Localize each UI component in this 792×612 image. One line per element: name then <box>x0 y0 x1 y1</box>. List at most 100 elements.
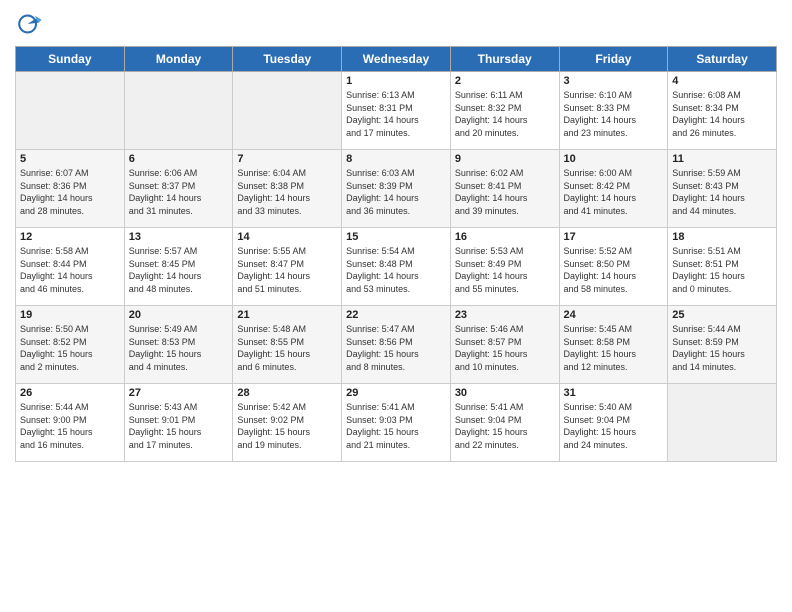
calendar-table: SundayMondayTuesdayWednesdayThursdayFrid… <box>15 46 777 462</box>
logo-icon <box>15 10 43 38</box>
day-info: Sunrise: 5:44 AM Sunset: 9:00 PM Dayligh… <box>20 401 120 451</box>
calendar-cell <box>668 384 777 462</box>
calendar-cell: 21 Sunrise: 5:48 AM Sunset: 8:55 PM Dayli… <box>233 306 342 384</box>
day-number: 21 <box>237 309 337 321</box>
day-number: 22 <box>346 309 446 321</box>
calendar-cell: 29 Sunrise: 5:41 AM Sunset: 9:03 PM Dayli… <box>342 384 451 462</box>
calendar-cell <box>233 72 342 150</box>
calendar-header-row: SundayMondayTuesdayWednesdayThursdayFrid… <box>16 47 777 72</box>
calendar-cell: 4Sunrise: 6:08 AM Sunset: 8:34 PM Daylig… <box>668 72 777 150</box>
day-number: 10 <box>564 153 664 165</box>
day-number: 2 <box>455 75 555 87</box>
calendar-cell: 23 Sunrise: 5:46 AM Sunset: 8:57 PM Dayli… <box>450 306 559 384</box>
day-number: 20 <box>129 309 229 321</box>
day-info: Sunrise: 6:07 AM Sunset: 8:36 PM Dayligh… <box>20 167 120 217</box>
calendar-week-0: 1 Sunrise: 6:13 AM Sunset: 8:31 PM Daylig… <box>16 72 777 150</box>
calendar-cell: 31 Sunrise: 5:40 AM Sunset: 9:04 PM Dayli… <box>559 384 668 462</box>
calendar-week-1: 5 Sunrise: 6:07 AM Sunset: 8:36 PM Daylig… <box>16 150 777 228</box>
calendar-cell: 26Sunrise: 5:44 AM Sunset: 9:00 PM Dayli… <box>16 384 125 462</box>
calendar-cell: 14Sunrise: 5:55 AM Sunset: 8:47 PM Dayli… <box>233 228 342 306</box>
day-number: 30 <box>455 387 555 399</box>
day-number: 1 <box>346 75 446 87</box>
calendar-week-3: 19 Sunrise: 5:50 AM Sunset: 8:52 PM Dayli… <box>16 306 777 384</box>
column-header-tuesday: Tuesday <box>233 47 342 72</box>
calendar-cell: 20 Sunrise: 5:49 AM Sunset: 8:53 PM Dayli… <box>124 306 233 384</box>
calendar-cell: 15Sunrise: 5:54 AM Sunset: 8:48 PM Dayli… <box>342 228 451 306</box>
calendar-cell: 3 Sunrise: 6:10 AM Sunset: 8:33 PM Daylig… <box>559 72 668 150</box>
day-info: Sunrise: 5:40 AM Sunset: 9:04 PM Dayligh… <box>564 401 664 451</box>
day-number: 4 <box>672 75 772 87</box>
day-number: 19 <box>20 309 120 321</box>
calendar-week-2: 12 Sunrise: 5:58 AM Sunset: 8:44 PM Dayli… <box>16 228 777 306</box>
day-number: 6 <box>129 153 229 165</box>
day-info: Sunrise: 5:52 AM Sunset: 8:50 PM Dayligh… <box>564 245 664 295</box>
day-number: 7 <box>237 153 337 165</box>
day-number: 23 <box>455 309 555 321</box>
day-number: 11 <box>672 153 772 165</box>
day-number: 27 <box>129 387 229 399</box>
calendar-cell: 13 Sunrise: 5:57 AM Sunset: 8:45 PM Dayli… <box>124 228 233 306</box>
column-header-sunday: Sunday <box>16 47 125 72</box>
day-info: Sunrise: 5:49 AM Sunset: 8:53 PM Dayligh… <box>129 323 229 373</box>
column-header-friday: Friday <box>559 47 668 72</box>
day-number: 29 <box>346 387 446 399</box>
day-number: 14 <box>237 231 337 243</box>
day-number: 13 <box>129 231 229 243</box>
calendar-cell: 22 Sunrise: 5:47 AM Sunset: 8:56 PM Dayli… <box>342 306 451 384</box>
day-info: Sunrise: 6:06 AM Sunset: 8:37 PM Dayligh… <box>129 167 229 217</box>
day-number: 31 <box>564 387 664 399</box>
column-header-wednesday: Wednesday <box>342 47 451 72</box>
calendar-week-4: 26Sunrise: 5:44 AM Sunset: 9:00 PM Dayli… <box>16 384 777 462</box>
calendar-cell: 1 Sunrise: 6:13 AM Sunset: 8:31 PM Daylig… <box>342 72 451 150</box>
day-info: Sunrise: 5:47 AM Sunset: 8:56 PM Dayligh… <box>346 323 446 373</box>
day-info: Sunrise: 5:53 AM Sunset: 8:49 PM Dayligh… <box>455 245 555 295</box>
day-number: 18 <box>672 231 772 243</box>
day-info: Sunrise: 5:50 AM Sunset: 8:52 PM Dayligh… <box>20 323 120 373</box>
day-info: Sunrise: 6:13 AM Sunset: 8:31 PM Dayligh… <box>346 89 446 139</box>
calendar-cell: 2 Sunrise: 6:11 AM Sunset: 8:32 PM Daylig… <box>450 72 559 150</box>
column-header-saturday: Saturday <box>668 47 777 72</box>
day-info: Sunrise: 5:41 AM Sunset: 9:03 PM Dayligh… <box>346 401 446 451</box>
day-info: Sunrise: 5:51 AM Sunset: 8:51 PM Dayligh… <box>672 245 772 295</box>
day-info: Sunrise: 5:48 AM Sunset: 8:55 PM Dayligh… <box>237 323 337 373</box>
day-info: Sunrise: 5:43 AM Sunset: 9:01 PM Dayligh… <box>129 401 229 451</box>
day-number: 17 <box>564 231 664 243</box>
calendar-cell: 24 Sunrise: 5:45 AM Sunset: 8:58 PM Dayli… <box>559 306 668 384</box>
day-info: Sunrise: 6:02 AM Sunset: 8:41 PM Dayligh… <box>455 167 555 217</box>
day-number: 9 <box>455 153 555 165</box>
day-info: Sunrise: 5:58 AM Sunset: 8:44 PM Dayligh… <box>20 245 120 295</box>
calendar-cell: 9 Sunrise: 6:02 AM Sunset: 8:41 PM Daylig… <box>450 150 559 228</box>
day-info: Sunrise: 6:10 AM Sunset: 8:33 PM Dayligh… <box>564 89 664 139</box>
calendar-cell: 7 Sunrise: 6:04 AM Sunset: 8:38 PM Daylig… <box>233 150 342 228</box>
day-info: Sunrise: 6:00 AM Sunset: 8:42 PM Dayligh… <box>564 167 664 217</box>
page: SundayMondayTuesdayWednesdayThursdayFrid… <box>0 0 792 612</box>
day-info: Sunrise: 5:44 AM Sunset: 8:59 PM Dayligh… <box>672 323 772 373</box>
day-number: 3 <box>564 75 664 87</box>
day-info: Sunrise: 6:03 AM Sunset: 8:39 PM Dayligh… <box>346 167 446 217</box>
header <box>15 10 777 38</box>
calendar-cell: 16Sunrise: 5:53 AM Sunset: 8:49 PM Dayli… <box>450 228 559 306</box>
calendar-cell: 28 Sunrise: 5:42 AM Sunset: 9:02 PM Dayli… <box>233 384 342 462</box>
day-number: 28 <box>237 387 337 399</box>
day-info: Sunrise: 5:57 AM Sunset: 8:45 PM Dayligh… <box>129 245 229 295</box>
calendar-cell: 11 Sunrise: 5:59 AM Sunset: 8:43 PM Dayli… <box>668 150 777 228</box>
day-info: Sunrise: 5:59 AM Sunset: 8:43 PM Dayligh… <box>672 167 772 217</box>
day-number: 5 <box>20 153 120 165</box>
calendar-cell: 12 Sunrise: 5:58 AM Sunset: 8:44 PM Dayli… <box>16 228 125 306</box>
column-header-monday: Monday <box>124 47 233 72</box>
day-number: 12 <box>20 231 120 243</box>
day-info: Sunrise: 5:46 AM Sunset: 8:57 PM Dayligh… <box>455 323 555 373</box>
day-number: 24 <box>564 309 664 321</box>
calendar-cell: 6 Sunrise: 6:06 AM Sunset: 8:37 PM Daylig… <box>124 150 233 228</box>
day-number: 25 <box>672 309 772 321</box>
calendar-cell: 17 Sunrise: 5:52 AM Sunset: 8:50 PM Dayli… <box>559 228 668 306</box>
day-info: Sunrise: 6:11 AM Sunset: 8:32 PM Dayligh… <box>455 89 555 139</box>
day-number: 15 <box>346 231 446 243</box>
day-number: 8 <box>346 153 446 165</box>
logo <box>15 10 47 38</box>
calendar-cell: 10 Sunrise: 6:00 AM Sunset: 8:42 PM Dayli… <box>559 150 668 228</box>
day-info: Sunrise: 5:42 AM Sunset: 9:02 PM Dayligh… <box>237 401 337 451</box>
day-info: Sunrise: 5:45 AM Sunset: 8:58 PM Dayligh… <box>564 323 664 373</box>
calendar-cell: 5 Sunrise: 6:07 AM Sunset: 8:36 PM Daylig… <box>16 150 125 228</box>
day-info: Sunrise: 6:04 AM Sunset: 8:38 PM Dayligh… <box>237 167 337 217</box>
